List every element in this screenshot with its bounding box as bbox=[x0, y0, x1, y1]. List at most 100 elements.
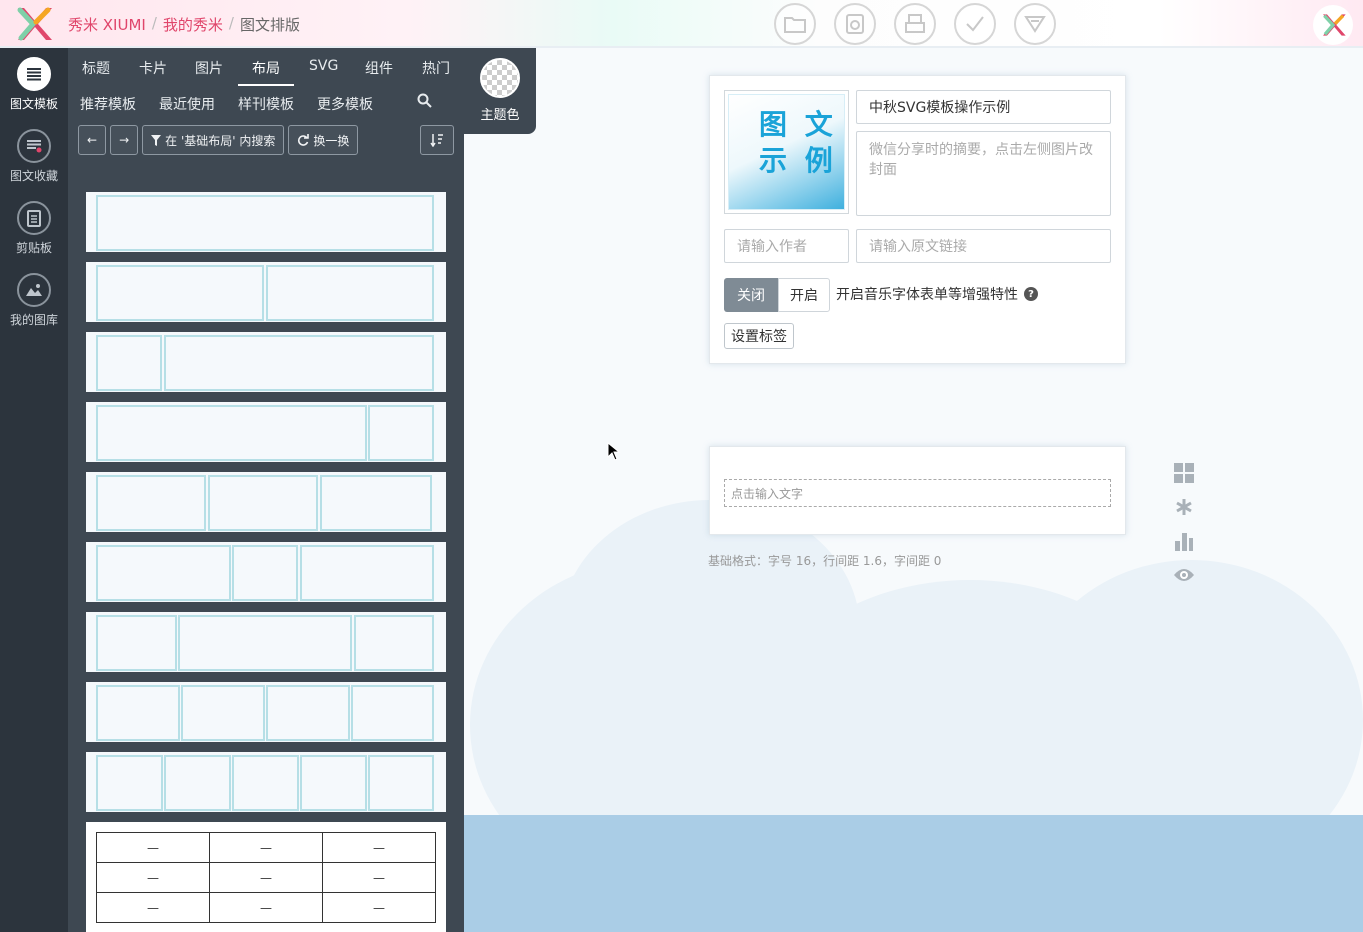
table-row: — — — bbox=[96, 892, 436, 923]
filter-label: 在 '基础布局' 内搜索 bbox=[165, 133, 276, 148]
layout-template-table[interactable]: — — — — — — — — — bbox=[86, 822, 446, 932]
top-bar: 秀米 XIUMI / 我的秀米 / 图文排版 bbox=[0, 0, 1363, 48]
tab-more[interactable]: 更多模板 bbox=[317, 94, 373, 114]
sort-button[interactable] bbox=[420, 125, 454, 155]
layout-template-2col[interactable] bbox=[86, 262, 446, 322]
grid-icon[interactable] bbox=[1172, 456, 1196, 490]
toggle-off-button[interactable]: 关闭 bbox=[724, 278, 778, 312]
layout-cell bbox=[300, 755, 367, 811]
chart-icon[interactable] bbox=[1172, 524, 1196, 558]
filter-icon bbox=[151, 134, 162, 146]
layout-cell bbox=[232, 545, 298, 601]
tab-components[interactable]: 组件 bbox=[365, 58, 393, 78]
layout-template-1col[interactable] bbox=[86, 192, 446, 252]
summary-input[interactable]: 微信分享时的摘要，点击左侧图片改封面 bbox=[856, 131, 1111, 216]
table-cell: — bbox=[96, 862, 210, 893]
print-icon[interactable] bbox=[894, 3, 936, 45]
layout-cell bbox=[96, 615, 177, 671]
table-cell: — bbox=[96, 832, 210, 863]
arrow-left-icon: ← bbox=[87, 133, 98, 147]
text-edit-area[interactable]: 点击输入文字 bbox=[724, 479, 1111, 507]
table-cell: — bbox=[209, 892, 323, 923]
layout-cell bbox=[96, 475, 206, 531]
side-tools bbox=[1172, 456, 1196, 592]
layout-template-3col[interactable] bbox=[86, 472, 446, 532]
table-cell: — bbox=[209, 862, 323, 893]
preview-icon[interactable] bbox=[834, 3, 876, 45]
enhance-label: 开启音乐字体表单等增强特性 bbox=[836, 287, 1018, 303]
left-rail: 图文模板 图文收藏 剪贴板 我的图库 bbox=[0, 48, 68, 932]
tab-card[interactable]: 卡片 bbox=[139, 58, 167, 78]
layout-cell bbox=[368, 405, 434, 461]
user-avatar[interactable] bbox=[1313, 5, 1353, 45]
source-link-input[interactable]: 请输入原文链接 bbox=[856, 229, 1111, 263]
breadcrumb-separator: / bbox=[228, 14, 234, 32]
layout-cell bbox=[96, 685, 180, 741]
rail-item-gallery[interactable]: 我的图库 bbox=[0, 264, 68, 336]
breadcrumb-my-xiumi[interactable]: 我的秀米 bbox=[163, 14, 223, 35]
xiumi-logo-icon[interactable] bbox=[12, 4, 54, 44]
set-tags-button[interactable]: 设置标签 bbox=[724, 323, 794, 349]
layout-template-5col[interactable] bbox=[86, 752, 446, 812]
layout-template-3col-center-wide[interactable] bbox=[86, 612, 446, 672]
refresh-button[interactable]: 换一换 bbox=[288, 125, 359, 155]
layout-cell bbox=[232, 755, 299, 811]
cover-text: 图 文 示 例 bbox=[759, 107, 837, 179]
enhance-label-row: 开启音乐字体表单等增强特性 ? bbox=[836, 284, 1038, 304]
layout-cell bbox=[96, 335, 162, 391]
mouse-cursor-icon bbox=[607, 442, 621, 461]
publish-icon[interactable] bbox=[1014, 3, 1056, 45]
layout-cell bbox=[96, 265, 264, 321]
table-cell: — bbox=[322, 832, 436, 863]
layout-cell bbox=[96, 545, 231, 601]
template-tabs: 标题 卡片 图片 布局 SVG 组件 热门 推荐模板 最近使用 样刊模板 更多模… bbox=[68, 48, 464, 120]
breadcrumb-home[interactable]: 秀米 XIUMI bbox=[68, 14, 146, 35]
layout-template-right-narrow[interactable] bbox=[86, 402, 446, 462]
theme-swatch bbox=[480, 58, 520, 98]
top-actions bbox=[774, 3, 1056, 45]
layout-cell bbox=[178, 615, 352, 671]
refresh-label: 换一换 bbox=[313, 133, 350, 148]
layout-cell bbox=[354, 615, 434, 671]
article-meta-card: 图 文 示 例 中秋SVG模板操作示例 微信分享时的摘要，点击左侧图片改封面 请… bbox=[709, 75, 1126, 364]
enhance-toggle: 关闭 开启 bbox=[724, 278, 830, 312]
tab-svg[interactable]: SVG bbox=[309, 58, 338, 74]
rail-label: 图文收藏 bbox=[9, 168, 58, 183]
filter-search-button[interactable]: 在 '基础布局' 内搜索 bbox=[142, 125, 285, 155]
forward-button[interactable]: → bbox=[110, 125, 139, 155]
sort-icon bbox=[430, 134, 443, 147]
tab-image[interactable]: 图片 bbox=[195, 58, 223, 78]
tab-title[interactable]: 标题 bbox=[82, 58, 110, 78]
tab-layout[interactable]: 布局 bbox=[238, 58, 294, 86]
asterisk-icon[interactable] bbox=[1172, 490, 1196, 524]
layout-template-3col-center-narrow[interactable] bbox=[86, 542, 446, 602]
list-icon bbox=[17, 56, 51, 91]
tab-sample[interactable]: 样刊模板 bbox=[238, 94, 294, 114]
rail-item-clipboard[interactable]: 剪贴板 bbox=[0, 192, 68, 264]
table-cell: — bbox=[96, 892, 210, 923]
tab-recommended[interactable]: 推荐模板 bbox=[80, 94, 136, 114]
layout-template-left-narrow[interactable] bbox=[86, 332, 446, 392]
tab-popular[interactable]: 热门 bbox=[422, 58, 450, 78]
folder-icon[interactable] bbox=[774, 3, 816, 45]
back-button[interactable]: ← bbox=[78, 125, 107, 155]
author-input[interactable]: 请输入作者 bbox=[724, 229, 849, 263]
toggle-on-button[interactable]: 开启 bbox=[778, 278, 830, 312]
search-icon[interactable] bbox=[417, 93, 432, 108]
help-icon[interactable]: ? bbox=[1024, 287, 1038, 301]
arrow-right-icon: → bbox=[119, 133, 130, 147]
rail-item-templates[interactable]: 图文模板 bbox=[0, 48, 68, 120]
layout-cell bbox=[164, 335, 434, 391]
rail-item-favorites[interactable]: 图文收藏 bbox=[0, 120, 68, 192]
cover-image[interactable]: 图 文 示 例 bbox=[724, 90, 849, 214]
theme-color-button[interactable]: 主题色 bbox=[464, 48, 536, 134]
layout-cell bbox=[266, 685, 350, 741]
template-panel: 标题 卡片 图片 布局 SVG 组件 热门 推荐模板 最近使用 样刊模板 更多模… bbox=[68, 48, 464, 932]
check-icon[interactable] bbox=[954, 3, 996, 45]
breadcrumb-separator: / bbox=[151, 14, 157, 32]
title-input[interactable]: 中秋SVG模板操作示例 bbox=[856, 90, 1111, 124]
favorites-icon bbox=[17, 128, 51, 163]
layout-template-4col[interactable] bbox=[86, 682, 446, 742]
eye-icon[interactable] bbox=[1172, 558, 1196, 592]
tab-recent[interactable]: 最近使用 bbox=[159, 94, 215, 114]
